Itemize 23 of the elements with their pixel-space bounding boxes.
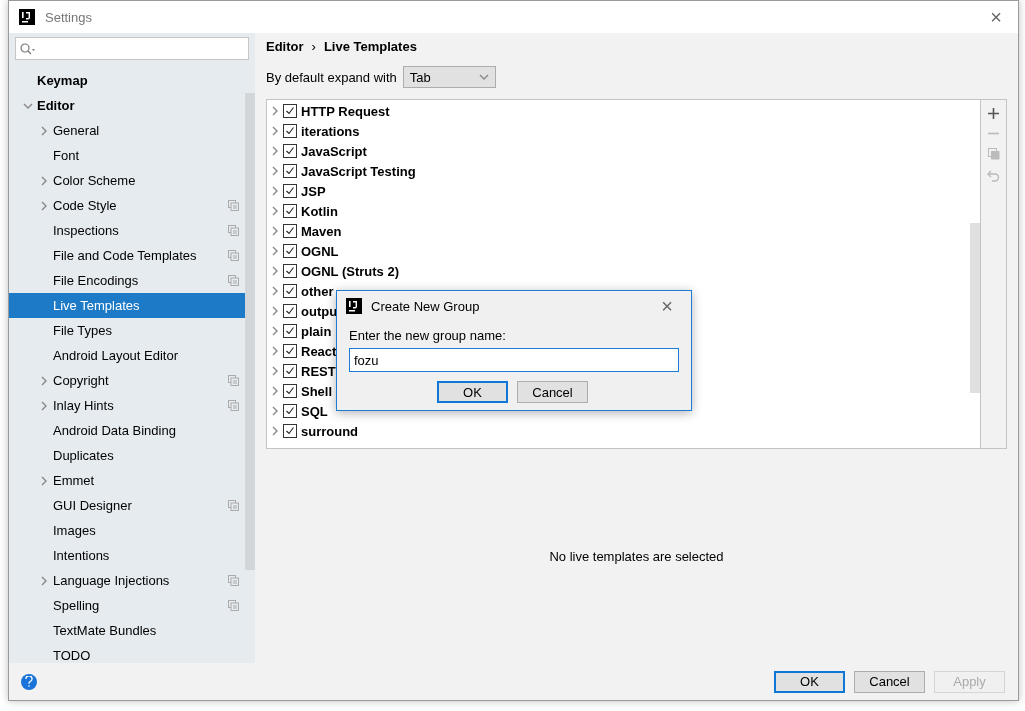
template-group-name: HTTP Request <box>301 103 390 119</box>
template-group-name: SQL <box>301 403 328 419</box>
template-group-name: REST <box>301 363 336 379</box>
template-group-name: JavaScript <box>301 143 367 159</box>
template-group-name: other <box>301 283 334 299</box>
template-group-name: outpu <box>301 303 338 319</box>
template-group-name: Maven <box>301 223 342 239</box>
template-group-name: OGNL (Struts 2) <box>301 263 399 279</box>
group-name-label: Enter the new group name: <box>349 328 507 343</box>
template-group-name: JSP <box>301 183 326 199</box>
template-group-name: Kotlin <box>301 203 338 219</box>
template-group-name: Shell <box>301 383 333 399</box>
template-group-name: OGNL <box>301 243 339 259</box>
empty-message: No live templates are selected <box>549 548 724 564</box>
dialog-title: Create New Group <box>371 298 481 314</box>
template-group-name: React <box>301 343 337 359</box>
breadcrumb-separator: › <box>311 38 316 54</box>
template-group-name: iterations <box>301 123 360 139</box>
template-group-name: plain <box>301 323 332 339</box>
expand-label: By default expand with <box>266 69 397 85</box>
template-group-name: JavaScript Testing <box>301 163 416 179</box>
window-title: Settings <box>45 9 93 25</box>
template-group-name: surround <box>301 423 359 439</box>
